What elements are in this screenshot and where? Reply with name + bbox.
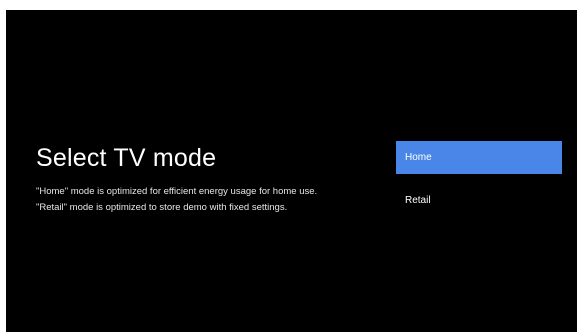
home-mode-description: "Home" mode is optimized for efficient e… (36, 186, 318, 197)
option-home[interactable]: Home (396, 141, 562, 174)
option-home-label: Home (405, 152, 432, 163)
tv-mode-options-list: Home Retail (396, 141, 562, 217)
option-retail[interactable]: Retail (396, 184, 562, 217)
page-title: Select TV mode (36, 144, 217, 172)
retail-mode-description: "Retail" mode is optimized to store demo… (36, 202, 288, 213)
tv-setup-screen: Select TV mode "Home" mode is optimized … (6, 10, 577, 332)
option-retail-label: Retail (405, 195, 431, 206)
